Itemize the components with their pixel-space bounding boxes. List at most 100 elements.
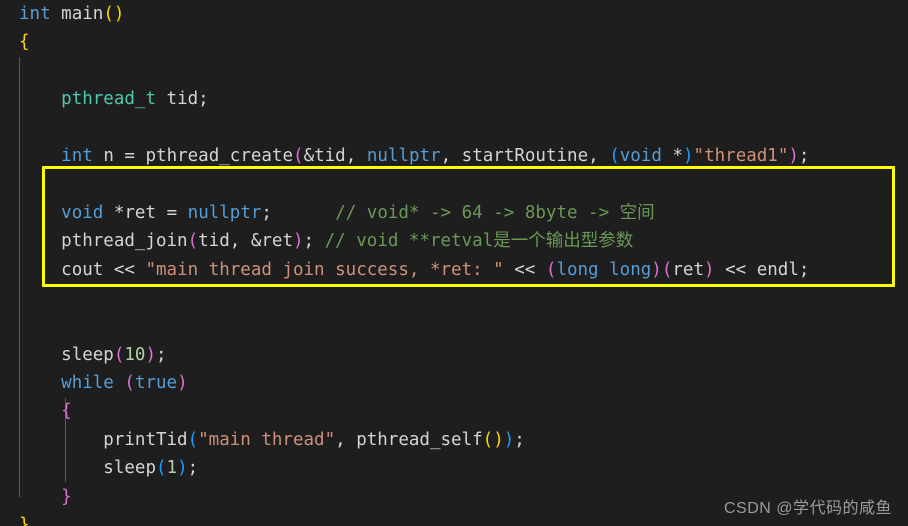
variable-n: n [103, 145, 114, 166]
paren-open: ( [609, 145, 620, 166]
code-line-12[interactable] [0, 312, 908, 340]
code-line-5[interactable] [0, 114, 908, 142]
variable-tid: tid [166, 89, 199, 110]
paren-close: ) [177, 373, 188, 394]
paren-close: ) [788, 145, 799, 166]
keyword-while: while [61, 373, 114, 394]
paren-open: ( [103, 4, 114, 24]
function-pthread-join: pthread_join [61, 231, 188, 252]
code-line-3[interactable] [0, 57, 908, 85]
string-join-success: "main thread join success, *ret: " [145, 259, 504, 280]
arg-tid: tid [198, 231, 230, 252]
code-line-6[interactable]: int n = pthread_create(&tid, nullptr, st… [0, 142, 908, 170]
stream-cout: cout [61, 259, 104, 280]
arg-start-routine: startRoutine [461, 145, 589, 166]
keyword-nullptr: nullptr [366, 145, 441, 166]
code-line-13[interactable]: sleep(10); [0, 341, 908, 369]
code-line-2[interactable]: { [0, 28, 908, 56]
code-line-8[interactable]: void *ret = nullptr; // void* -> 64 -> 8… [0, 199, 908, 227]
number-1: 1 [166, 458, 178, 479]
comment-void-pointer-size: // void* -> 64 -> 8byte -> 空间 [335, 202, 655, 223]
comma: , [229, 231, 241, 252]
paren-close: ) [493, 429, 504, 450]
code-line-7[interactable] [0, 170, 908, 198]
keyword-true: true [134, 373, 178, 394]
stream-endl: endl [756, 259, 799, 280]
paren-close: ) [293, 231, 304, 252]
paren-close: ) [651, 259, 662, 280]
code-editor-content[interactable]: int main() { pthread_t tid; int n = pthr… [0, 0, 908, 526]
keyword-long: long [609, 259, 652, 280]
code-line-17[interactable]: sleep(1); [0, 454, 908, 482]
arg-address-of-tid: &tid [303, 145, 346, 166]
paren-close: ) [683, 145, 694, 166]
code-line-11[interactable] [0, 284, 908, 312]
arg-address-of-ret: &ret [250, 231, 293, 252]
semicolon: ; [514, 429, 525, 450]
semicolon: ; [156, 344, 167, 365]
code-line-1[interactable]: int main() [0, 0, 908, 28]
shift-left-operator: << [113, 259, 135, 280]
code-line-4[interactable]: pthread_t tid; [0, 85, 908, 113]
star-operator: * [672, 145, 683, 166]
paren-open: ( [482, 429, 494, 450]
function-print-tid: printTid [103, 429, 188, 450]
paren-open: ( [155, 458, 167, 479]
code-line-9[interactable]: pthread_join(tid, &ret); // void **retva… [0, 227, 908, 255]
assign-operator: = [124, 145, 135, 166]
paren-close: ) [177, 458, 188, 479]
paren-close: ) [503, 429, 515, 450]
function-sleep: sleep [61, 344, 114, 365]
semicolon: ; [798, 145, 810, 166]
function-pthread-create: pthread_create [145, 145, 294, 166]
string-main-thread: "main thread" [198, 429, 336, 450]
comma: , [440, 145, 452, 166]
variable-ret: ret [672, 259, 704, 280]
brace-close: } [19, 515, 30, 526]
code-line-10[interactable]: cout << "main thread join success, *ret:… [0, 256, 908, 284]
paren-open: ( [545, 259, 557, 280]
keyword-nullptr: nullptr [187, 202, 262, 223]
comment-retval-output-param: // void **retval是一个输出型参数 [324, 231, 634, 252]
function-name-main: main [61, 4, 104, 24]
function-pthread-self: pthread_self [356, 429, 483, 450]
type-pthread-t: pthread_t [61, 89, 156, 110]
variable-star-ret: *ret [113, 202, 157, 223]
semicolon: ; [198, 89, 209, 110]
code-line-15[interactable]: { [0, 397, 908, 425]
semicolon: ; [798, 259, 810, 280]
paren-close: ) [145, 344, 157, 365]
code-line-16[interactable]: printTid("main thread", pthread_self()); [0, 426, 908, 454]
paren-open: ( [187, 231, 199, 252]
assign-operator: = [166, 202, 178, 223]
code-line-14[interactable]: while (true) [0, 369, 908, 397]
